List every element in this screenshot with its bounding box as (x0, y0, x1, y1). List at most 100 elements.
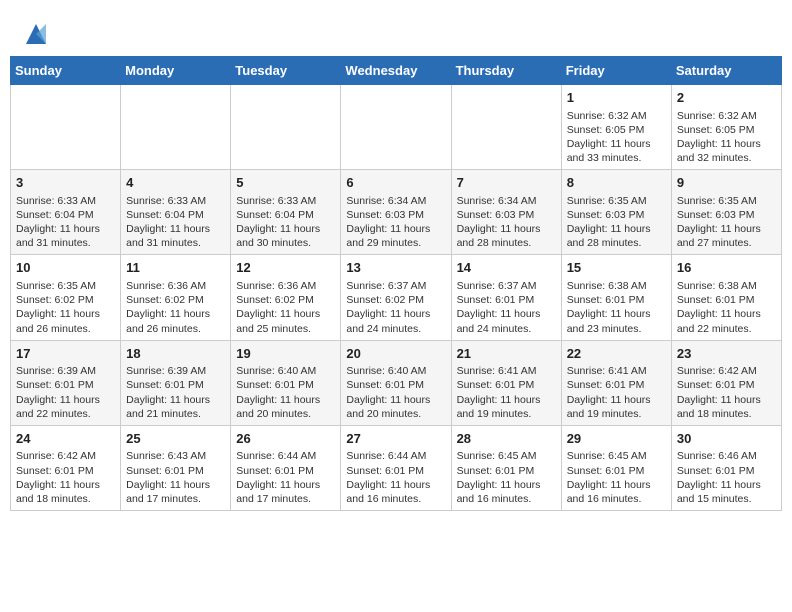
day-info: Sunrise: 6:33 AM Sunset: 6:04 PM Dayligh… (126, 194, 225, 251)
day-number: 27 (346, 430, 445, 448)
day-info: Sunrise: 6:45 AM Sunset: 6:01 PM Dayligh… (567, 449, 666, 506)
day-number: 16 (677, 259, 776, 277)
calendar-cell: 6 Sunrise: 6:34 AM Sunset: 6:03 PM Daylig… (341, 170, 451, 255)
day-number: 29 (567, 430, 666, 448)
day-number: 12 (236, 259, 335, 277)
weekday-header-saturday: Saturday (671, 57, 781, 85)
day-number: 15 (567, 259, 666, 277)
calendar-cell: 21Sunrise: 6:41 AM Sunset: 6:01 PM Dayli… (451, 340, 561, 425)
day-number: 1 (567, 89, 666, 107)
day-number: 24 (16, 430, 115, 448)
day-info: Sunrise: 6:38 AM Sunset: 6:01 PM Dayligh… (567, 279, 666, 336)
calendar-cell: 30Sunrise: 6:46 AM Sunset: 6:01 PM Dayli… (671, 425, 781, 510)
day-info: Sunrise: 6:44 AM Sunset: 6:01 PM Dayligh… (236, 449, 335, 506)
day-number: 21 (457, 345, 556, 363)
day-info: Sunrise: 6:41 AM Sunset: 6:01 PM Dayligh… (567, 364, 666, 421)
day-info: Sunrise: 6:32 AM Sunset: 6:05 PM Dayligh… (567, 109, 666, 166)
day-info: Sunrise: 6:36 AM Sunset: 6:02 PM Dayligh… (236, 279, 335, 336)
day-number: 14 (457, 259, 556, 277)
day-number: 25 (126, 430, 225, 448)
calendar-cell (231, 85, 341, 170)
day-info: Sunrise: 6:38 AM Sunset: 6:01 PM Dayligh… (677, 279, 776, 336)
calendar-week-row: 17Sunrise: 6:39 AM Sunset: 6:01 PM Dayli… (11, 340, 782, 425)
calendar-cell (341, 85, 451, 170)
day-number: 13 (346, 259, 445, 277)
day-number: 9 (677, 174, 776, 192)
calendar-cell: 24Sunrise: 6:42 AM Sunset: 6:01 PM Dayli… (11, 425, 121, 510)
calendar-cell: 20Sunrise: 6:40 AM Sunset: 6:01 PM Dayli… (341, 340, 451, 425)
logo (20, 20, 50, 48)
calendar-cell: 29Sunrise: 6:45 AM Sunset: 6:01 PM Dayli… (561, 425, 671, 510)
calendar-cell (451, 85, 561, 170)
calendar-cell: 3Sunrise: 6:33 AM Sunset: 6:04 PM Daylig… (11, 170, 121, 255)
calendar-table: SundayMondayTuesdayWednesdayThursdayFrid… (10, 56, 782, 511)
day-number: 8 (567, 174, 666, 192)
day-info: Sunrise: 6:40 AM Sunset: 6:01 PM Dayligh… (236, 364, 335, 421)
calendar-cell (121, 85, 231, 170)
calendar-week-row: 24Sunrise: 6:42 AM Sunset: 6:01 PM Dayli… (11, 425, 782, 510)
calendar-cell: 18Sunrise: 6:39 AM Sunset: 6:01 PM Dayli… (121, 340, 231, 425)
calendar-cell: 15 Sunrise: 6:38 AM Sunset: 6:01 PM Dayli… (561, 255, 671, 340)
day-info: Sunrise: 6:43 AM Sunset: 6:01 PM Dayligh… (126, 449, 225, 506)
calendar-cell: 23Sunrise: 6:42 AM Sunset: 6:01 PM Dayli… (671, 340, 781, 425)
calendar-cell: 8 Sunrise: 6:35 AM Sunset: 6:03 PM Daylig… (561, 170, 671, 255)
day-number: 7 (457, 174, 556, 192)
day-number: 23 (677, 345, 776, 363)
weekday-header-wednesday: Wednesday (341, 57, 451, 85)
day-info: Sunrise: 6:39 AM Sunset: 6:01 PM Dayligh… (126, 364, 225, 421)
day-number: 30 (677, 430, 776, 448)
day-info: Sunrise: 6:44 AM Sunset: 6:01 PM Dayligh… (346, 449, 445, 506)
day-number: 26 (236, 430, 335, 448)
day-info: Sunrise: 6:34 AM Sunset: 6:03 PM Dayligh… (457, 194, 556, 251)
day-info: Sunrise: 6:39 AM Sunset: 6:01 PM Dayligh… (16, 364, 115, 421)
calendar-cell: 25Sunrise: 6:43 AM Sunset: 6:01 PM Dayli… (121, 425, 231, 510)
day-info: Sunrise: 6:37 AM Sunset: 6:02 PM Dayligh… (346, 279, 445, 336)
calendar-cell: 12 Sunrise: 6:36 AM Sunset: 6:02 PM Dayli… (231, 255, 341, 340)
day-number: 5 (236, 174, 335, 192)
calendar-cell: 7 Sunrise: 6:34 AM Sunset: 6:03 PM Daylig… (451, 170, 561, 255)
day-info: Sunrise: 6:42 AM Sunset: 6:01 PM Dayligh… (677, 364, 776, 421)
day-info: Sunrise: 6:35 AM Sunset: 6:02 PM Dayligh… (16, 279, 115, 336)
day-info: Sunrise: 6:33 AM Sunset: 6:04 PM Dayligh… (236, 194, 335, 251)
page-header (10, 10, 782, 56)
calendar-cell: 22Sunrise: 6:41 AM Sunset: 6:01 PM Dayli… (561, 340, 671, 425)
calendar-cell (11, 85, 121, 170)
calendar-week-row: 3Sunrise: 6:33 AM Sunset: 6:04 PM Daylig… (11, 170, 782, 255)
day-info: Sunrise: 6:37 AM Sunset: 6:01 PM Dayligh… (457, 279, 556, 336)
day-info: Sunrise: 6:33 AM Sunset: 6:04 PM Dayligh… (16, 194, 115, 251)
calendar-cell: 26Sunrise: 6:44 AM Sunset: 6:01 PM Dayli… (231, 425, 341, 510)
calendar-cell: 14 Sunrise: 6:37 AM Sunset: 6:01 PM Dayli… (451, 255, 561, 340)
day-number: 17 (16, 345, 115, 363)
day-number: 6 (346, 174, 445, 192)
calendar-cell: 17Sunrise: 6:39 AM Sunset: 6:01 PM Dayli… (11, 340, 121, 425)
weekday-header-row: SundayMondayTuesdayWednesdayThursdayFrid… (11, 57, 782, 85)
day-info: Sunrise: 6:45 AM Sunset: 6:01 PM Dayligh… (457, 449, 556, 506)
day-number: 4 (126, 174, 225, 192)
day-info: Sunrise: 6:36 AM Sunset: 6:02 PM Dayligh… (126, 279, 225, 336)
calendar-cell: 9 Sunrise: 6:35 AM Sunset: 6:03 PM Daylig… (671, 170, 781, 255)
calendar-week-row: 10 Sunrise: 6:35 AM Sunset: 6:02 PM Dayli… (11, 255, 782, 340)
day-info: Sunrise: 6:46 AM Sunset: 6:01 PM Dayligh… (677, 449, 776, 506)
weekday-header-thursday: Thursday (451, 57, 561, 85)
day-info: Sunrise: 6:35 AM Sunset: 6:03 PM Dayligh… (567, 194, 666, 251)
day-number: 20 (346, 345, 445, 363)
day-info: Sunrise: 6:34 AM Sunset: 6:03 PM Dayligh… (346, 194, 445, 251)
day-number: 10 (16, 259, 115, 277)
calendar-cell: 11 Sunrise: 6:36 AM Sunset: 6:02 PM Dayli… (121, 255, 231, 340)
day-number: 2 (677, 89, 776, 107)
weekday-header-monday: Monday (121, 57, 231, 85)
day-info: Sunrise: 6:35 AM Sunset: 6:03 PM Dayligh… (677, 194, 776, 251)
calendar-cell: 27Sunrise: 6:44 AM Sunset: 6:01 PM Dayli… (341, 425, 451, 510)
weekday-header-sunday: Sunday (11, 57, 121, 85)
day-info: Sunrise: 6:42 AM Sunset: 6:01 PM Dayligh… (16, 449, 115, 506)
calendar-week-row: 1 Sunrise: 6:32 AM Sunset: 6:05 PM Daylig… (11, 85, 782, 170)
day-number: 11 (126, 259, 225, 277)
calendar-cell: 4 Sunrise: 6:33 AM Sunset: 6:04 PM Daylig… (121, 170, 231, 255)
day-number: 22 (567, 345, 666, 363)
calendar-cell: 16 Sunrise: 6:38 AM Sunset: 6:01 PM Dayli… (671, 255, 781, 340)
weekday-header-tuesday: Tuesday (231, 57, 341, 85)
calendar-cell: 13 Sunrise: 6:37 AM Sunset: 6:02 PM Dayli… (341, 255, 451, 340)
calendar-cell: 28Sunrise: 6:45 AM Sunset: 6:01 PM Dayli… (451, 425, 561, 510)
calendar-cell: 5 Sunrise: 6:33 AM Sunset: 6:04 PM Daylig… (231, 170, 341, 255)
day-info: Sunrise: 6:32 AM Sunset: 6:05 PM Dayligh… (677, 109, 776, 166)
